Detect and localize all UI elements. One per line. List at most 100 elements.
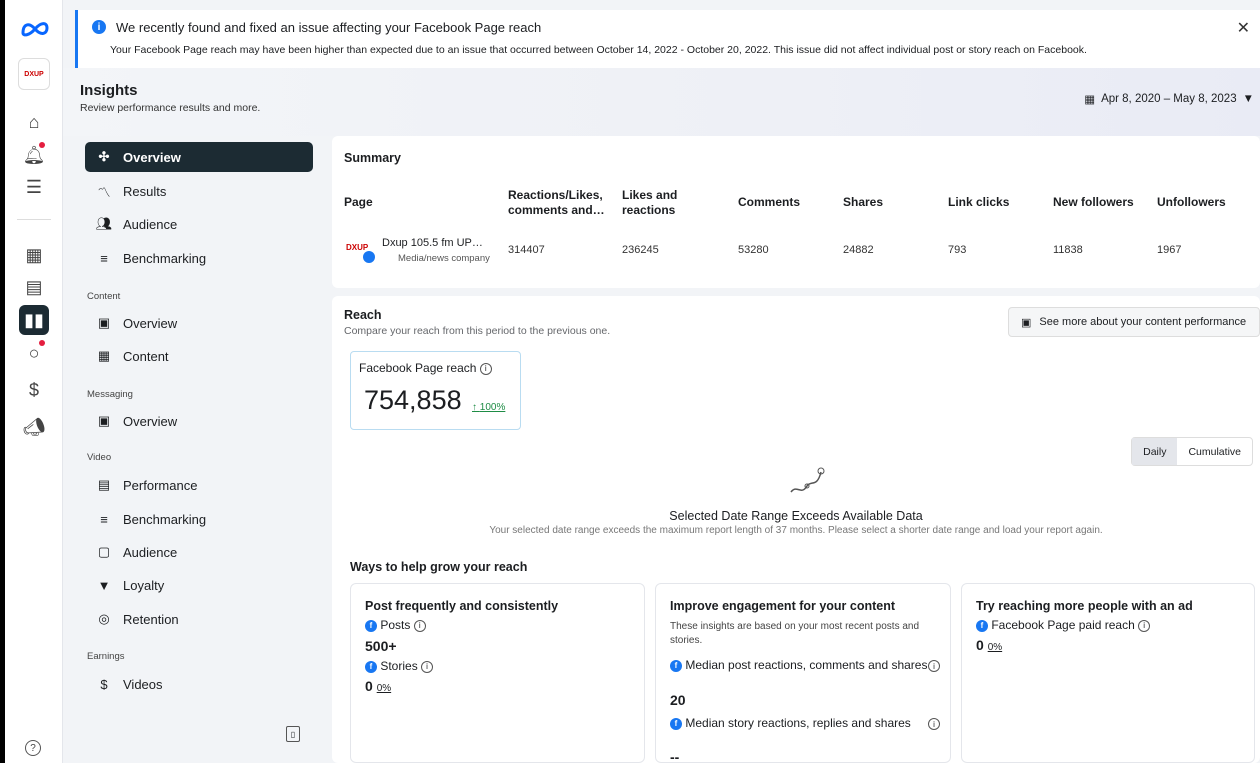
col-header: Comments: [738, 195, 801, 209]
info-icon[interactable]: i: [479, 362, 492, 375]
info-icon[interactable]: i: [421, 660, 434, 673]
tip-title: Post frequently and consistently: [365, 599, 559, 613]
tip-title: Improve engagement for your content: [670, 599, 896, 613]
sidebar-item-label: Benchmarking: [123, 250, 207, 266]
section-label-video: Video: [87, 452, 112, 463]
info-icon: i: [92, 20, 106, 34]
date-range-label: Apr 8, 2020 – May 8, 2023: [1101, 93, 1237, 105]
insights-icon[interactable]: ▮▮: [19, 305, 49, 335]
median-post-metric: f Median post reactions, comments and sh…: [670, 658, 940, 673]
sidebar-item-label: Content: [123, 348, 169, 364]
date-range-picker[interactable]: ▦ Apr 8, 2020 – May 8, 2023 ▼: [1084, 92, 1254, 106]
facebook-icon: f: [976, 619, 988, 632]
col-header: Link clicks: [948, 195, 1010, 209]
summary-card: Summary Page Reactions/Likes, comments a…: [332, 136, 1260, 288]
page-category: Media/news company: [398, 253, 490, 264]
col-header: Unfollowers: [1157, 195, 1226, 209]
median-post-value: 20: [670, 692, 686, 708]
retention-icon: ◎: [98, 611, 110, 626]
info-icon[interactable]: i: [413, 619, 426, 632]
stories-label: Stories: [380, 659, 418, 673]
sidebar-item-label: Results: [123, 183, 167, 199]
info-icon[interactable]: i: [928, 660, 940, 672]
sidebar-item-audience[interactable]: 👥︎ Audience: [85, 209, 313, 239]
view-toggle: Daily Cumulative: [1131, 437, 1253, 466]
sidebar-item-label: Retention: [123, 611, 179, 627]
col-header: Page: [344, 195, 373, 209]
toggle-cumulative[interactable]: Cumulative: [1177, 438, 1252, 465]
stories-value: 0: [365, 678, 373, 694]
sidebar-item-label: Overview: [123, 149, 181, 165]
kpi-change-value: 100%: [479, 402, 506, 413]
page-subtitle: Review performance results and more.: [80, 102, 261, 114]
calendar-icon: ▦: [1084, 94, 1096, 106]
sidebar-item-video-benchmarking[interactable]: ≡ Benchmarking: [85, 504, 313, 534]
sidebar-item-retention[interactable]: ◎ Retention: [85, 604, 313, 634]
benchmarking-icon: ≡: [100, 250, 108, 266]
section-label-messaging: Messaging: [87, 389, 133, 400]
sidebar-item-content-overview[interactable]: ▣ Overview: [85, 308, 313, 338]
sidebar-item-label: Videos: [123, 676, 163, 692]
cell-shares: 24882: [843, 244, 874, 256]
page-avatar-text: DXUP: [24, 70, 44, 78]
toggle-daily[interactable]: Daily: [1132, 438, 1178, 465]
menu-icon[interactable]: ☰: [19, 172, 49, 202]
stories-change: 0%: [376, 683, 392, 694]
kpi-value: 754,858: [364, 385, 462, 415]
sidebar-item-loyalty[interactable]: ▼ Loyalty: [85, 570, 313, 600]
posts-value: 500+: [365, 638, 397, 654]
see-more-button[interactable]: ▣ See more about your content performance: [1008, 307, 1260, 337]
svg-text:DXUP: DXUP: [346, 243, 369, 252]
sidebar-item-label: Audience: [123, 544, 178, 560]
notifications-icon[interactable]: 🔔︎: [19, 140, 49, 170]
page-name[interactable]: Dxup 105.5 fm UP…: [382, 237, 483, 249]
banner-subtitle: Your Facebook Page reach may have been h…: [110, 44, 1087, 56]
info-icon[interactable]: i: [928, 718, 940, 730]
sidebar-item-video-audience[interactable]: ▢ Audience: [85, 537, 313, 567]
tip-card-ads: Try reaching more people with an ad f Fa…: [961, 583, 1255, 763]
sidebar-item-label: Loyalty: [123, 577, 165, 593]
chevron-down-icon: ▼: [1242, 93, 1254, 105]
sidebar-item-label: Overview: [123, 315, 178, 331]
rail-divider: [17, 219, 51, 220]
sidebar-item-content[interactable]: ▦ Content: [85, 341, 313, 371]
info-icon[interactable]: i: [1138, 619, 1151, 632]
close-icon[interactable]: ✕: [1237, 18, 1250, 38]
sidebar-item-videos[interactable]: $ Videos: [85, 669, 313, 699]
summary-title: Summary: [344, 151, 401, 165]
table-icon: ▦: [97, 348, 111, 363]
cell-reactions-total: 314407: [508, 244, 545, 256]
messaging-overview-icon: ▣: [97, 413, 111, 428]
sidebar-item-benchmarking[interactable]: ≡ Benchmarking: [85, 243, 313, 273]
page-avatar[interactable]: DXUP: [18, 58, 50, 90]
sidebar-item-results[interactable]: 〽 Results: [85, 176, 313, 206]
ads-icon[interactable]: 📣︎: [19, 412, 49, 442]
banner-title: We recently found and fixed an issue aff…: [116, 20, 542, 35]
posts-metric: f Posts i: [365, 618, 426, 632]
cell-comments: 53280: [738, 244, 769, 256]
facebook-icon: f: [670, 717, 682, 730]
collapse-sidebar-icon[interactable]: ▯: [286, 726, 300, 742]
stories-value-row: 0 0%: [365, 678, 391, 694]
cell-likes-reactions: 236245: [622, 244, 659, 256]
inbox-icon[interactable]: ○: [19, 338, 49, 368]
empty-state-title: Selected Date Range Exceeds Available Da…: [669, 509, 923, 523]
sidebar-item-label: Benchmarking: [123, 511, 207, 527]
sidebar-item-performance[interactable]: ▤ Performance: [85, 470, 313, 500]
content-icon[interactable]: ▤: [19, 272, 49, 302]
calendar-icon[interactable]: ▦: [19, 240, 49, 270]
reach-kpi-tile[interactable]: Facebook Page reach i 754,858 ↑ 100%: [350, 351, 521, 430]
monetization-icon[interactable]: $: [19, 375, 49, 405]
sidebar-item-overview[interactable]: ✣ Overview: [85, 142, 313, 172]
sidebar: ✣ Overview 〽 Results 👥︎ Audience ≡ Benchmark…: [63, 136, 325, 763]
sidebar-item-messaging-overview[interactable]: ▣ Overview: [85, 406, 313, 436]
line-chart-icon: [789, 466, 825, 502]
meta-logo-icon[interactable]: [21, 20, 49, 38]
cell-unfollowers: 1967: [1157, 244, 1182, 256]
help-icon[interactable]: ?: [25, 740, 41, 756]
paid-reach-metric: f Facebook Page paid reach i: [976, 618, 1151, 632]
facebook-icon: f: [365, 660, 377, 673]
page-header: Insights Review performance results and …: [63, 68, 1260, 136]
see-more-label: See more about your content performance: [1039, 316, 1247, 328]
home-icon[interactable]: ⌂: [19, 107, 49, 137]
